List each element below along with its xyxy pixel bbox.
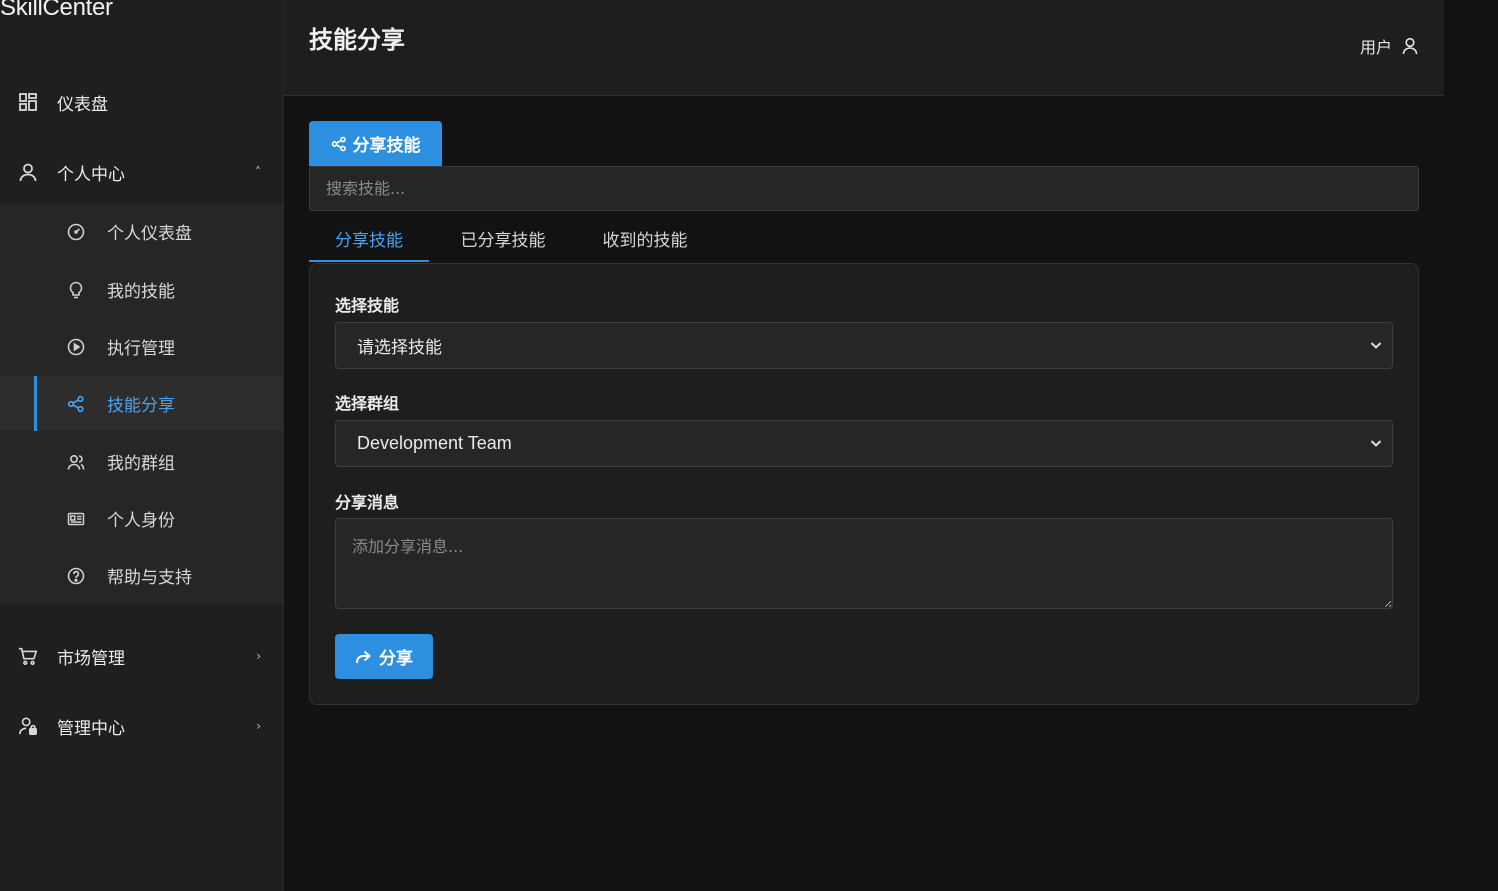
sidebar-item-skill-share[interactable]: 技能分享	[0, 376, 283, 431]
user-icon	[18, 162, 38, 182]
tab-shared-skills[interactable]: 已分享技能	[439, 214, 567, 262]
sidebar-item-my-groups[interactable]: 我的群组	[0, 434, 283, 489]
sidebar-item-identity[interactable]: 个人身份	[0, 491, 283, 546]
sidebar-item-personal-dashboard[interactable]: 个人仪表盘	[0, 204, 283, 259]
share-form-card: 选择技能 请选择技能 选择群组 Development Team 分享消息 分享	[309, 263, 1419, 705]
sidebar-item-label: 个人中心	[57, 164, 125, 185]
group-select-label: 选择群组	[335, 394, 400, 413]
tab-bar: 分享技能 已分享技能 收到的技能	[309, 214, 1419, 264]
help-circle-icon	[67, 567, 85, 585]
sidebar-item-label: 我的群组	[107, 454, 175, 474]
gauge-icon	[67, 223, 85, 241]
chevron-down-icon	[1368, 337, 1384, 353]
chevron-down-icon	[1368, 435, 1384, 451]
share-icon	[331, 136, 346, 151]
page-title: 技能分享	[309, 26, 405, 54]
lightbulb-icon	[67, 281, 85, 299]
forward-arrow-icon	[356, 650, 371, 663]
tab-received-skills[interactable]: 收到的技能	[581, 214, 709, 262]
sidebar-item-personal-center[interactable]: 个人中心 ˄	[0, 142, 283, 202]
user-icon	[1402, 37, 1420, 55]
sidebar-item-label: 管理中心	[57, 718, 125, 739]
users-icon	[67, 453, 85, 471]
sidebar-item-dashboard[interactable]: 仪表盘	[0, 72, 283, 132]
submit-share-button[interactable]: 分享	[335, 634, 433, 679]
sidebar-item-execution[interactable]: 执行管理	[0, 319, 283, 374]
sidebar-item-label: 个人身份	[107, 511, 175, 531]
sidebar-item-label: 仪表盘	[57, 94, 108, 115]
message-label: 分享消息	[335, 493, 400, 512]
user-label: 用户	[1359, 38, 1392, 57]
chevron-up-icon: ˄	[255, 165, 261, 179]
group-select[interactable]: Development Team	[335, 420, 1393, 467]
sidebar-item-label: 帮助与支持	[107, 568, 192, 588]
sidebar-item-label: 执行管理	[107, 339, 175, 359]
share-icon	[67, 395, 85, 413]
submit-share-label: 分享	[379, 649, 413, 669]
skill-select-label: 选择技能	[335, 296, 400, 315]
sidebar-item-label: 个人仪表盘	[107, 224, 192, 244]
id-card-icon	[67, 510, 85, 528]
brand-logo: SkillCenter	[0, 0, 113, 21]
play-circle-icon	[67, 338, 85, 356]
tab-share-skill[interactable]: 分享技能	[309, 214, 429, 262]
sidebar-item-help[interactable]: 帮助与支持	[0, 548, 283, 603]
message-textarea[interactable]	[335, 518, 1393, 609]
sidebar-item-my-skills[interactable]: 我的技能	[0, 262, 283, 317]
share-skill-button[interactable]: 分享技能	[309, 121, 442, 166]
sidebar-item-label: 技能分享	[107, 396, 175, 416]
skill-select-value: 请选择技能	[357, 338, 442, 358]
user-menu[interactable]: 用户	[1360, 34, 1420, 58]
group-select-value: Development Team	[357, 433, 512, 453]
user-lock-icon	[18, 716, 38, 736]
chevron-right-icon: ›	[256, 649, 261, 663]
personal-center-submenu: 个人仪表盘 我的技能 执行管理 技能分享 我的群组 个人身份 帮助与支持	[0, 204, 283, 604]
chevron-right-icon: ›	[256, 719, 261, 733]
tab-label: 已分享技能	[460, 230, 546, 251]
share-skill-button-label: 分享技能	[352, 136, 421, 156]
search-input[interactable]	[309, 166, 1419, 211]
sidebar: SkillCenter 仪表盘 个人中心 ˄ 个人仪表盘 我的技能 执行管理 技…	[0, 0, 284, 891]
sidebar-item-label: 我的技能	[107, 282, 175, 302]
cart-icon	[18, 646, 38, 666]
sidebar-item-label: 市场管理	[57, 648, 125, 669]
top-header: 技能分享 用户	[284, 0, 1444, 96]
skill-select[interactable]: 请选择技能	[335, 322, 1393, 369]
tab-label: 收到的技能	[602, 230, 688, 251]
sidebar-item-market[interactable]: 市场管理 ›	[0, 626, 283, 686]
tab-label: 分享技能	[335, 230, 403, 251]
grid-icon	[18, 92, 38, 112]
sidebar-item-admin[interactable]: 管理中心 ›	[0, 696, 283, 756]
